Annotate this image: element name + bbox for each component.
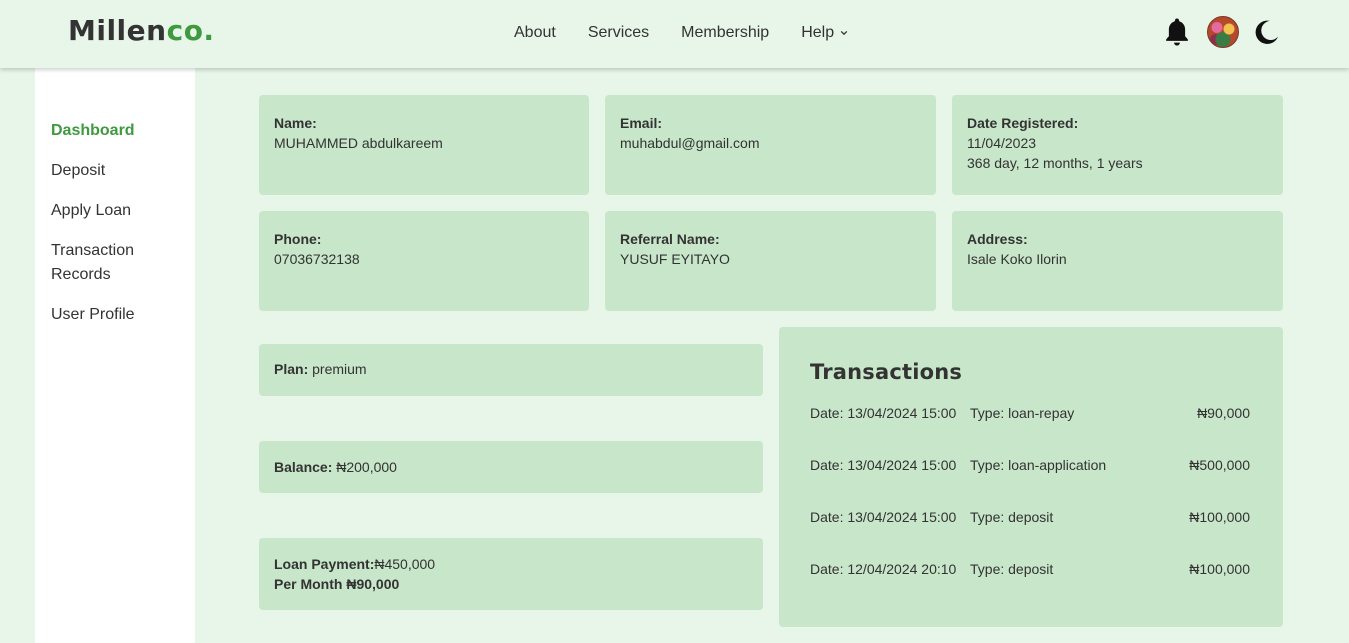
sidebar-item-deposit[interactable]: Deposit [51, 159, 181, 183]
transactions-title: Transactions [810, 360, 963, 384]
plan-card: Plan: premium [259, 344, 763, 396]
balance-label: Balance: [274, 459, 333, 475]
sidebar: Dashboard Deposit Apply Loan Transaction… [35, 68, 195, 643]
transaction-type: Type: deposit [970, 561, 1054, 577]
plan-label: Plan: [274, 361, 309, 377]
date-registered-label: Date Registered: [967, 115, 1079, 131]
chevron-down-icon [840, 30, 848, 36]
plan-value: premium [312, 361, 367, 377]
nav-help-label: Help [801, 24, 835, 41]
phone-value: 07036732138 [274, 251, 360, 267]
transaction-type: Type: loan-application [970, 457, 1107, 473]
nav-help[interactable]: Help [801, 24, 848, 42]
transaction-date: Date: 13/04/2024 15:00 [810, 509, 957, 525]
nav-membership[interactable]: Membership [681, 24, 769, 42]
balance-card: Balance: ₦200,000 [259, 441, 763, 493]
per-month-value: Per Month ₦90,000 [274, 576, 400, 592]
email-label: Email: [620, 115, 663, 131]
transaction-amount: ₦100,000 [1189, 509, 1250, 525]
transaction-amount: ₦90,000 [1197, 405, 1250, 421]
transaction-date: Date: 13/04/2024 15:00 [810, 457, 957, 473]
referral-card: Referral Name: YUSUF EYITAYO [605, 211, 936, 311]
transaction-row: Date: 12/04/2024 20:10 Type: deposit ₦10… [810, 559, 1250, 579]
loan-payment-label: Loan Payment: [274, 556, 375, 572]
name-label: Name: [274, 115, 317, 131]
avatar[interactable] [1207, 16, 1239, 48]
transaction-date: Date: 12/04/2024 20:10 [810, 561, 957, 577]
membership-duration: 368 day, 12 months, 1 years [967, 155, 1143, 171]
transaction-type: Type: loan-repay [970, 405, 1075, 421]
email-card: Email: muhabdul@gmail.com [605, 95, 936, 195]
nav-about[interactable]: About [514, 24, 556, 42]
address-value: Isale Koko Ilorin [967, 251, 1067, 267]
sidebar-item-dashboard[interactable]: Dashboard [51, 119, 181, 143]
header-actions [1162, 16, 1281, 48]
transactions-panel: Transactions Date: 13/04/2024 15:00 Type… [779, 327, 1283, 627]
loan-payment-value: ₦450,000 [374, 556, 436, 572]
transaction-row: Date: 13/04/2024 15:00 Type: loan-repay … [810, 403, 1250, 423]
email-value: muhabdul@gmail.com [620, 135, 760, 151]
transaction-date: Date: 13/04/2024 15:00 [810, 405, 957, 421]
loan-payment-card: Loan Payment:₦450,000 Per Month ₦90,000 [259, 538, 763, 610]
referral-value: YUSUF EYITAYO [620, 251, 730, 267]
sidebar-item-user-profile[interactable]: User Profile [51, 303, 181, 327]
nav-services[interactable]: Services [588, 24, 649, 42]
address-label: Address: [967, 231, 1028, 247]
brand-logo[interactable]: Millenco. [68, 14, 215, 47]
phone-card: Phone: 07036732138 [259, 211, 589, 311]
logo-text: Millen [68, 14, 167, 47]
name-value: MUHAMMED abdulkareem [274, 135, 443, 151]
date-registered-card: Date Registered: 11/04/2023 368 day, 12 … [952, 95, 1283, 195]
top-navbar: Millenco. About Services Membership Help [0, 0, 1349, 68]
transaction-amount: ₦100,000 [1189, 561, 1250, 577]
balance-value: ₦200,000 [336, 459, 397, 475]
date-registered-value: 11/04/2023 [967, 135, 1037, 151]
phone-label: Phone: [274, 231, 322, 247]
sidebar-item-transaction-records[interactable]: Transaction Records [51, 239, 151, 287]
transaction-amount: ₦500,000 [1189, 457, 1250, 473]
transaction-type: Type: deposit [970, 509, 1054, 525]
address-card: Address: Isale Koko Ilorin [952, 211, 1283, 311]
transaction-row: Date: 13/04/2024 15:00 Type: loan-applic… [810, 455, 1250, 475]
bell-icon[interactable] [1162, 16, 1192, 48]
referral-label: Referral Name: [620, 231, 720, 247]
logo-accent-text: co. [166, 14, 215, 47]
sidebar-item-apply-loan[interactable]: Apply Loan [51, 199, 181, 223]
moon-icon[interactable] [1253, 18, 1281, 46]
transaction-row: Date: 13/04/2024 15:00 Type: deposit ₦10… [810, 507, 1250, 527]
main-nav: About Services Membership Help [514, 24, 880, 42]
name-card: Name: MUHAMMED abdulkareem [259, 95, 589, 195]
